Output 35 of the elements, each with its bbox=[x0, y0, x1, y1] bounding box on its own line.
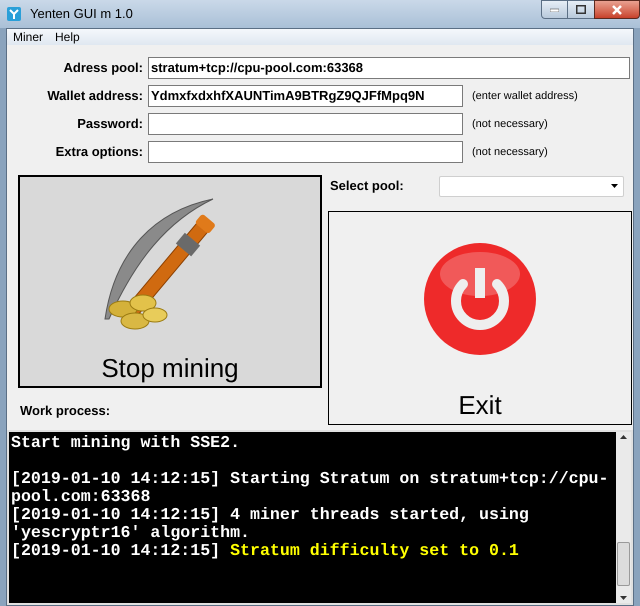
dropdown-arrow-icon bbox=[611, 184, 618, 188]
text-field[interactable] bbox=[148, 141, 463, 163]
app-icon bbox=[6, 6, 22, 22]
log-line: Start mining with SSE2. bbox=[11, 434, 242, 452]
menu-item[interactable]: Miner bbox=[7, 28, 50, 46]
field-hint: (not necessary) bbox=[472, 144, 548, 160]
close-icon bbox=[612, 4, 622, 14]
text-field[interactable]: stratum+tcp://cpu-pool.com:63368 bbox=[148, 57, 630, 79]
minimize-icon bbox=[550, 8, 559, 12]
field-hint: (not necessary) bbox=[472, 116, 548, 132]
maximize-button[interactable] bbox=[568, 0, 594, 19]
minimize-button[interactable] bbox=[541, 0, 568, 19]
mining-button[interactable]: Stop mining bbox=[18, 175, 322, 388]
power-icon bbox=[423, 242, 537, 356]
maximize-icon bbox=[576, 5, 586, 14]
field-label: Password: bbox=[76, 115, 144, 134]
log-line: [2019-01-10 14:12:15] Stratum difficulty set to 0.1 bbox=[11, 542, 520, 560]
text-field[interactable]: YdmxfxdxhfXAUNTimA9BTRgZ9QJFfMpq9N bbox=[148, 85, 463, 107]
field-label: Extra options: bbox=[54, 143, 144, 162]
log-line: [2019-01-10 14:12:15] 4 miner threads started, using 'yescryptr16' algorithm. bbox=[11, 506, 530, 542]
text-field[interactable] bbox=[148, 113, 463, 135]
window-title: Yenten GUI m 1.0 bbox=[30, 5, 133, 24]
field-label: Adress pool: bbox=[62, 59, 144, 78]
scrollbar[interactable] bbox=[616, 432, 631, 603]
exit-button[interactable]: Exit bbox=[328, 211, 632, 425]
field-label: Wallet address: bbox=[46, 87, 144, 106]
scroll-thumb[interactable] bbox=[617, 542, 630, 586]
log-line: [2019-01-10 14:12:15] Starting Stratum on stratum+tcp://cpu-pool.com:63368 bbox=[11, 470, 610, 506]
select-pool-label: Select pool: bbox=[329, 177, 405, 196]
scroll-down-icon bbox=[620, 596, 627, 600]
work-process-label: Work process: bbox=[20, 402, 112, 420]
menu-item[interactable]: Help bbox=[49, 28, 86, 46]
close-button[interactable] bbox=[594, 0, 640, 19]
scroll-up-icon bbox=[620, 435, 627, 439]
field-hint: (enter wallet address) bbox=[472, 88, 578, 104]
